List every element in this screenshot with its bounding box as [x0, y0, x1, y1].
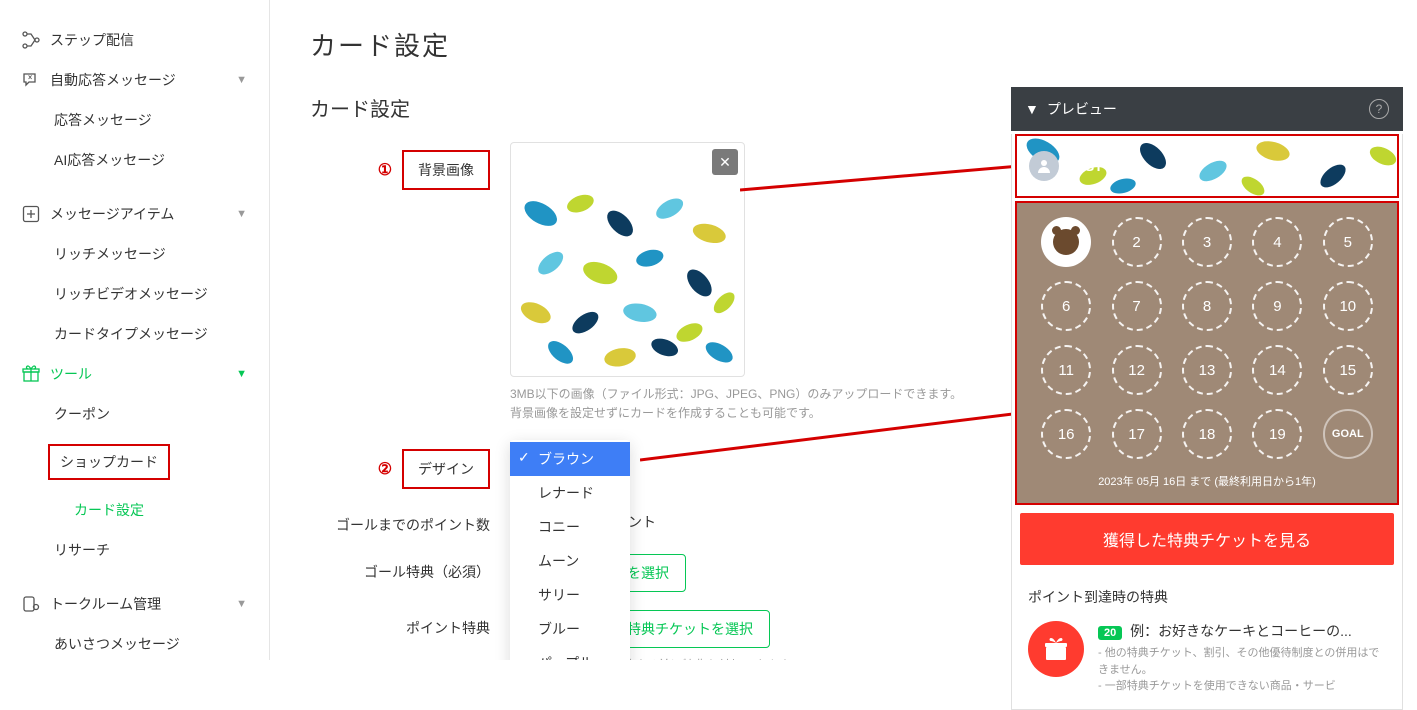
sidebar-item-label: カード設定 — [74, 500, 144, 520]
sidebar-item-label: リッチメッセージ — [54, 244, 166, 264]
sidebar-item-label: ステップ配信 — [50, 30, 134, 50]
design-option-brown[interactable]: ブラウン — [510, 442, 630, 476]
stamp-6: 6 — [1041, 281, 1091, 331]
view-rewards-button[interactable]: 獲得した特典チケットを見る — [1020, 513, 1394, 565]
stamp-3: 3 — [1182, 217, 1232, 267]
preview-card-name: TEST — [1067, 158, 1103, 174]
sidebar: ステップ配信 自動応答メッセージ ▼ 応答メッセージ AI応答メッセージ メッセ… — [0, 0, 270, 660]
flow-icon — [22, 31, 40, 49]
annotation-1: ① — [378, 162, 392, 179]
preview-title: プレビュー — [1047, 99, 1117, 119]
select-point-reward-button[interactable]: 特典チケットを選択 — [610, 610, 770, 648]
chevron-down-icon: ▼ — [236, 598, 247, 610]
sidebar-item-cardsettings[interactable]: カード設定 — [0, 490, 269, 530]
reward-section-title: ポイント到達時の特典 — [1028, 587, 1386, 607]
sidebar-item-label: リッチビデオメッセージ — [54, 284, 208, 304]
gift-icon — [1028, 621, 1084, 677]
sidebar-item-label: ショップカード — [48, 444, 170, 480]
chevron-down-icon: ▼ — [236, 74, 247, 86]
sidebar-item-richvideo[interactable]: リッチビデオメッセージ — [0, 274, 269, 314]
sidebar-item-aireply[interactable]: AI応答メッセージ — [0, 140, 269, 180]
stamp-1 — [1041, 217, 1091, 267]
sidebar-item-label: ツール — [50, 364, 92, 384]
sidebar-item-reply[interactable]: 応答メッセージ — [0, 100, 269, 140]
chat-icon — [22, 71, 40, 89]
stamp-17: 17 — [1112, 409, 1162, 459]
sidebar-item-cardtype[interactable]: カードタイプメッセージ — [0, 314, 269, 354]
stamp-20: GOAL — [1323, 409, 1373, 459]
preview-header[interactable]: ▼ プレビュー ? — [1011, 87, 1403, 131]
stamp-19: 19 — [1252, 409, 1302, 459]
sidebar-item-step[interactable]: ステップ配信 — [0, 20, 269, 60]
stamp-18: 18 — [1182, 409, 1232, 459]
design-option-cony[interactable]: コニー — [510, 510, 630, 544]
remove-image-button[interactable]: ✕ — [712, 149, 738, 175]
sidebar-item-research[interactable]: リサーチ — [0, 530, 269, 570]
reward-title: 例：お好きなケーキとコーヒーの... — [1130, 623, 1352, 639]
stamp-14: 14 — [1252, 345, 1302, 395]
label-goal-points: ゴールまでのポイント数 — [310, 507, 510, 535]
sidebar-item-coupon[interactable]: クーポン — [0, 394, 269, 434]
avatar-icon — [1029, 151, 1059, 181]
chevron-down-icon: ▼ — [236, 368, 247, 380]
sidebar-item-label: トークルーム管理 — [50, 594, 161, 614]
stamp-12: 12 — [1112, 345, 1162, 395]
reward-note: - 他の特典チケット、割引、その他優待制度との併用はできません。- 一部特典チケ… — [1098, 645, 1386, 695]
stamp-10: 10 — [1323, 281, 1373, 331]
sidebar-item-label: メッセージアイテム — [50, 204, 174, 224]
sidebar-item-label: 応答メッセージ — [54, 110, 152, 130]
stamp-7: 7 — [1112, 281, 1162, 331]
image-upload-area[interactable]: ✕ — [510, 142, 745, 377]
sidebar-item-talkroom[interactable]: トークルーム管理 ▼ — [0, 584, 269, 624]
sidebar-item-label: あいさつメッセージ — [54, 634, 180, 654]
page-title: カード設定 — [310, 26, 1377, 63]
sidebar-item-tools[interactable]: ツール ▼ — [0, 354, 269, 394]
stamp-8: 8 — [1182, 281, 1232, 331]
label-design: デザイン — [402, 449, 490, 489]
preview-card-header-area: TEST — [1015, 134, 1399, 198]
stamp-4: 4 — [1252, 217, 1302, 267]
sidebar-item-autoreply[interactable]: 自動応答メッセージ ▼ — [0, 60, 269, 100]
design-option-moon[interactable]: ムーン — [510, 544, 630, 578]
label-goal-reward: ゴール特典（必須） — [310, 554, 510, 582]
sidebar-item-richmsg[interactable]: リッチメッセージ — [0, 234, 269, 274]
design-option-leonard[interactable]: レナード — [510, 476, 630, 510]
sidebar-item-greeting[interactable]: あいさつメッセージ — [0, 624, 269, 660]
help-icon[interactable]: ? — [1369, 99, 1389, 119]
sidebar-item-label: 自動応答メッセージ — [50, 70, 176, 90]
plus-box-icon — [22, 205, 40, 223]
stamp-11: 11 — [1041, 345, 1091, 395]
preview-panel: ▼ プレビュー ? — [1011, 87, 1403, 710]
stamp-16: 16 — [1041, 409, 1091, 459]
stamp-2: 2 — [1112, 217, 1162, 267]
reward-badge: 20 — [1098, 626, 1122, 640]
design-option-purple[interactable]: パープル — [510, 646, 630, 660]
gift-icon — [22, 365, 40, 383]
sidebar-item-label: カードタイプメッセージ — [54, 324, 208, 344]
preview-expiry: 2023年 05月 16日 まで (最終利用日から1年) — [1037, 473, 1377, 489]
stamp-13: 13 — [1182, 345, 1232, 395]
label-bg-image: 背景画像 — [402, 150, 490, 190]
uploaded-image-preview — [511, 183, 744, 373]
label-point-reward: ポイント特典 — [310, 610, 510, 638]
room-icon — [22, 595, 40, 613]
design-option-blue[interactable]: ブルー — [510, 612, 630, 646]
sidebar-item-label: リサーチ — [54, 540, 110, 560]
sidebar-item-label: AI応答メッセージ — [54, 150, 165, 170]
stamp-15: 15 — [1323, 345, 1373, 395]
annotation-2: ② — [378, 461, 392, 478]
sidebar-item-shopcard[interactable]: ショップカード — [0, 434, 269, 490]
chevron-down-icon: ▼ — [236, 208, 247, 220]
design-dropdown: ブラウン レナード コニー ムーン サリー ブルー パープル ピンク グリーン … — [510, 440, 630, 660]
preview-card-header: TEST — [1017, 136, 1397, 196]
chevron-down-icon: ▼ — [1025, 101, 1039, 117]
reward-section: ポイント到達時の特典 20 例：お好きなケーキとコーヒーの... - 他の特典チ… — [1012, 573, 1402, 709]
sidebar-item-label: クーポン — [54, 404, 110, 424]
sidebar-item-msgitems[interactable]: メッセージアイテム ▼ — [0, 194, 269, 234]
design-option-sally[interactable]: サリー — [510, 578, 630, 612]
stamp-9: 9 — [1252, 281, 1302, 331]
preview-stamps-area: 2345 6789 10 11 12 13 14 15 16 17 18 19 GOAL 2023年 0… — [1015, 201, 1399, 505]
stamp-5: 5 — [1323, 217, 1373, 267]
